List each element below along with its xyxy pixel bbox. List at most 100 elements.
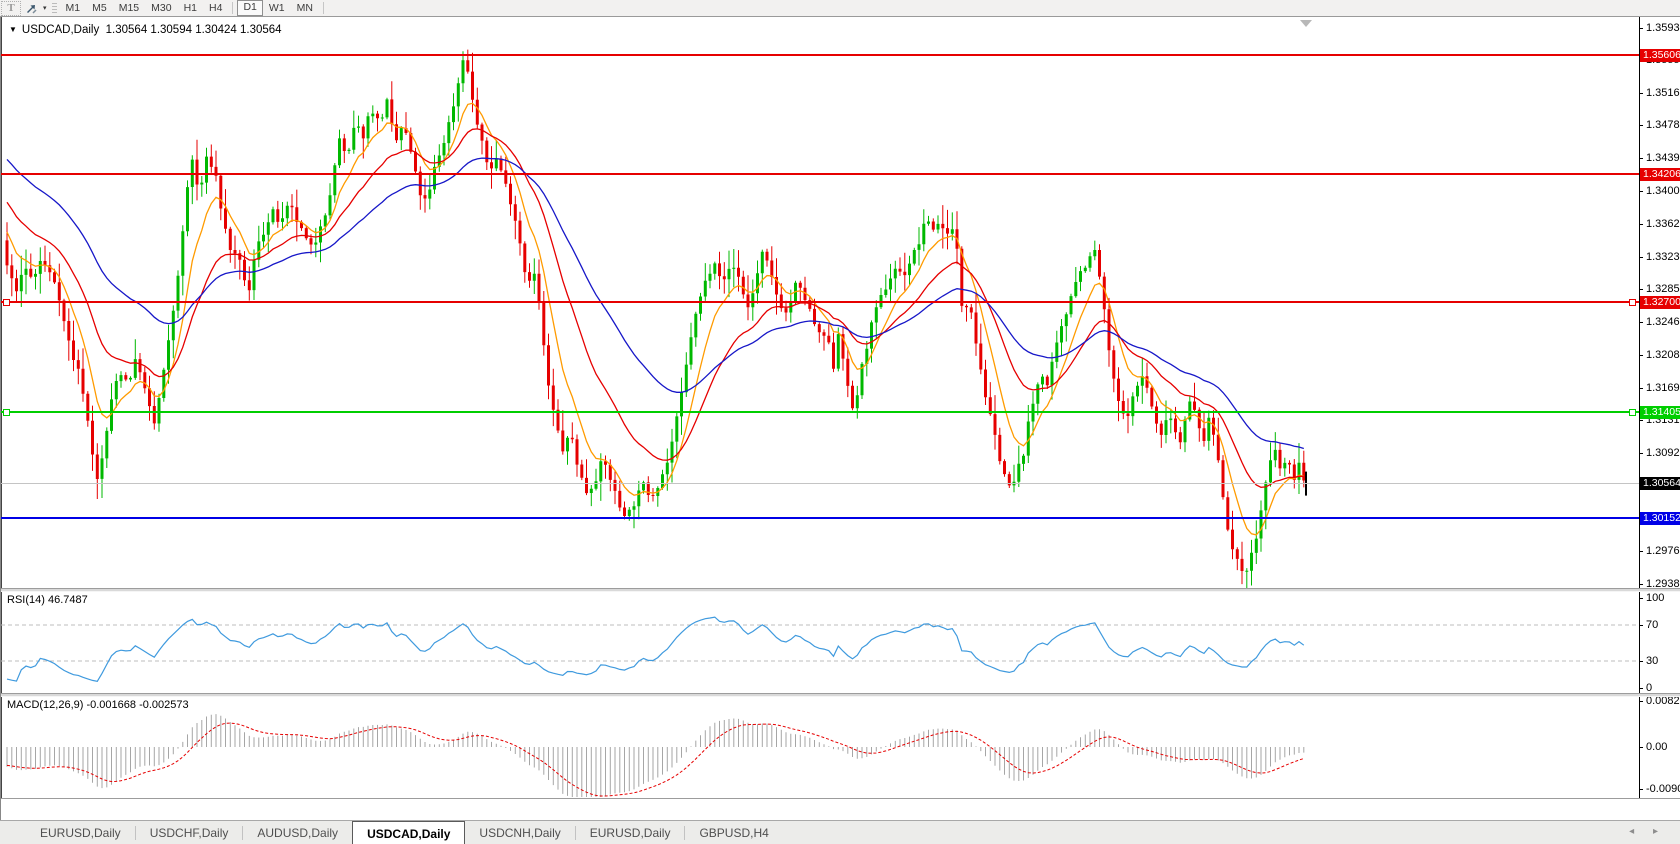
line-marker[interactable] — [1629, 409, 1636, 416]
price-tick-mark — [1639, 93, 1643, 94]
rsi-tick-mark — [1639, 625, 1643, 626]
price-tick-label: 1.35930 — [1646, 22, 1680, 34]
horizontal-line-1.327[interactable] — [1, 301, 1639, 303]
price-flag-1.35606: 1.35606 — [1640, 49, 1680, 62]
timeframe-button-h4[interactable]: H4 — [203, 1, 228, 15]
timeframe-button-d1[interactable]: D1 — [237, 0, 263, 16]
price-tick-mark — [1639, 125, 1643, 126]
price-tick-label: 1.29760 — [1646, 545, 1680, 557]
price-flag-1.34206: 1.34206 — [1640, 168, 1680, 181]
price-flag-1.30152: 1.30152 — [1640, 512, 1680, 525]
down-candle-bodies — [5, 60, 1306, 571]
macd-tick-mark — [1639, 789, 1643, 790]
tools-dropdown-caret[interactable]: ▾ — [43, 4, 47, 12]
price-tick-mark — [1639, 191, 1643, 192]
ohlc-high: 1.30594 — [150, 24, 192, 36]
rsi-tick-mark — [1639, 598, 1643, 599]
tab-usdchf-daily[interactable]: USDCHF,Daily — [136, 821, 243, 844]
macd-tick-mark — [1639, 701, 1643, 702]
macd-tick-mark — [1639, 747, 1643, 748]
price-tick-label: 1.32850 — [1646, 283, 1680, 295]
price-tick-mark — [1639, 388, 1643, 389]
rsi-tick-label: 30 — [1646, 655, 1659, 667]
line-marker[interactable] — [3, 409, 10, 416]
price-tick-mark — [1639, 453, 1643, 454]
price-tick-mark — [1639, 158, 1643, 159]
chart-shift-marker[interactable] — [1300, 20, 1312, 27]
tabbar-left-padding — [0, 821, 26, 844]
panel-separator[interactable] — [1, 588, 1680, 592]
price-tick-label: 1.34000 — [1646, 185, 1680, 197]
tab-eurusd-daily[interactable]: EURUSD,Daily — [26, 821, 135, 844]
timeframe-button-w1[interactable]: W1 — [263, 1, 291, 15]
tab-gbpusd-h4[interactable]: GBPUSD,H4 — [685, 821, 782, 844]
rsi-tick-mark — [1639, 688, 1643, 689]
tab-audusd-daily[interactable]: AUDUSD,Daily — [243, 821, 352, 844]
drawing-tools-icon[interactable] — [23, 2, 41, 15]
panel-separator — [1, 798, 1680, 799]
timeframe-button-m30[interactable]: M30 — [145, 1, 177, 15]
timeframe-button-m15[interactable]: M15 — [113, 1, 145, 15]
price-tick-mark — [1639, 355, 1643, 356]
horizontal-line-1.30564[interactable] — [1, 483, 1639, 484]
price-tick-label: 1.35160 — [1646, 87, 1680, 99]
horizontal-line-1.31405[interactable] — [1, 411, 1639, 413]
price-tick-label: 1.34390 — [1646, 152, 1680, 164]
price-tick-mark — [1639, 551, 1643, 552]
text-tool-icon[interactable]: T — [1, 0, 21, 16]
tab-eurusd-daily[interactable]: EURUSD,Daily — [576, 821, 685, 844]
ohlc-low: 1.30424 — [195, 24, 237, 36]
macd-histogram — [6, 714, 1305, 797]
tab-scroll-arrows[interactable]: ◂ ▸ — [1629, 826, 1666, 837]
trading-terminal: { "toolbar": { "text_tool_label": "T", "… — [0, 0, 1680, 844]
price-tick-mark — [1639, 257, 1643, 258]
line-marker[interactable] — [1629, 299, 1636, 306]
timeframe-button-m1[interactable]: M1 — [60, 1, 87, 15]
horizontal-line-1.35606[interactable] — [1, 54, 1639, 56]
price-tick-label: 1.32460 — [1646, 316, 1680, 328]
price-tick-label: 1.33620 — [1646, 218, 1680, 230]
tab-usdcad-daily[interactable]: USDCAD,Daily — [352, 821, 466, 844]
timeframe-button-h1[interactable]: H1 — [178, 1, 203, 15]
rsi-tick-label: 70 — [1646, 619, 1659, 631]
panel-separator[interactable] — [1, 693, 1680, 697]
toolbar-separator — [232, 2, 234, 14]
chart-title: ▼ USDCAD,Daily 1.30564 1.30594 1.30424 1.… — [9, 24, 282, 36]
price-tick-label: 1.30920 — [1646, 447, 1680, 459]
horizontal-line-1.30152[interactable] — [1, 517, 1639, 519]
rsi-label: RSI(14) 46.7487 — [7, 594, 88, 606]
up-candle-wicks — [20, 51, 1300, 588]
toolbar-separator — [322, 2, 324, 14]
price-tick-mark — [1639, 289, 1643, 290]
macd-panel[interactable] — [1, 696, 1680, 798]
price-tick-mark — [1639, 224, 1643, 225]
price-tick-label: 1.33230 — [1646, 251, 1680, 263]
rsi-panel[interactable] — [1, 591, 1680, 693]
ohlc-close: 1.30564 — [239, 24, 282, 36]
price-tick-mark — [1639, 584, 1643, 585]
price-tick-mark — [1639, 420, 1643, 421]
rsi-line[interactable] — [6, 616, 1305, 682]
line-marker[interactable] — [3, 299, 10, 306]
price-flag-1.32700: 1.32700 — [1640, 296, 1680, 309]
toolbar-grip[interactable] — [51, 2, 57, 14]
macd-tick-label: 0.008214 — [1646, 695, 1680, 707]
chart-symbol-period: USDCAD,Daily — [21, 24, 100, 36]
price-flag-1.30564: 1.30564 — [1640, 477, 1680, 490]
tabs: EURUSD,Daily USDCHF,Daily AUDUSD,Daily USDC… — [26, 821, 783, 844]
chart-tab-bar: EURUSD,Daily USDCHF,Daily AUDUSD,Daily USDC… — [0, 820, 1680, 844]
ohlc-open: 1.30564 — [105, 24, 148, 36]
price-tick-label: 1.34780 — [1646, 119, 1680, 131]
macd-label: MACD(12,26,9) -0.001668 -0.002573 — [7, 699, 189, 711]
chart-window[interactable]: ▼ USDCAD,Daily 1.30564 1.30594 1.30424 1.… — [0, 17, 1680, 844]
rsi-tick-mark — [1639, 661, 1643, 662]
timeframe-button-m5[interactable]: M5 — [86, 1, 113, 15]
price-flag-1.31405: 1.31405 — [1640, 406, 1680, 419]
horizontal-line-1.34206[interactable] — [1, 173, 1639, 175]
timeframe-toolbar: M1 M5 M15 M30 H1 H4 D1 W1 MN — [60, 0, 328, 16]
tab-usdcnh-daily[interactable]: USDCNH,Daily — [465, 821, 574, 844]
chart-menu-caret[interactable]: ▼ — [9, 25, 17, 34]
price-tick-label: 1.32080 — [1646, 349, 1680, 361]
timeframe-button-mn[interactable]: MN — [291, 1, 319, 15]
rsi-tick-label: 100 — [1646, 592, 1665, 604]
